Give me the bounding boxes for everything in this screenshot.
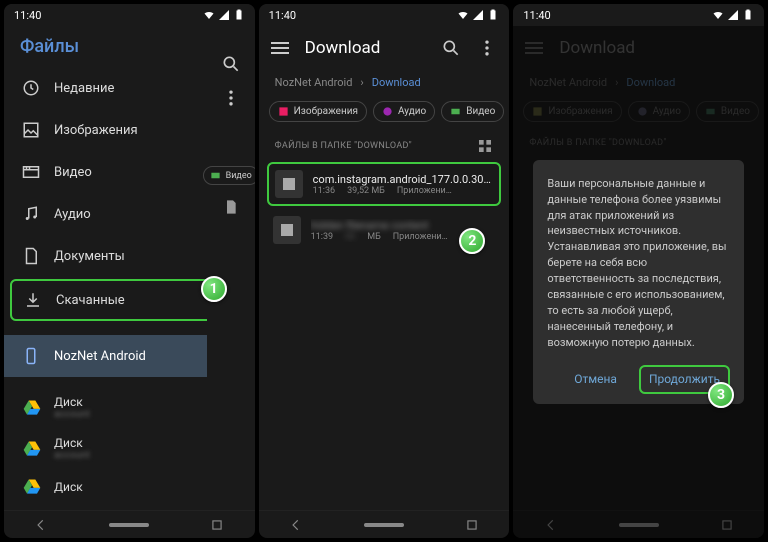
wifi-icon [457,9,469,21]
drive-icon [22,439,42,459]
video-icon [210,170,221,181]
section-header: ФАЙЛЫ В ПАПКЕ "DOWNLOAD" [259,128,510,160]
dialog-scrim: Ваши персональные данные и данные телефо… [513,26,764,538]
wifi-icon [203,9,215,21]
file-time: 11:39 [311,232,333,242]
menu-icon[interactable] [271,42,289,54]
nav-bar [4,510,255,538]
phone-screen-3: 11:40 Download NozNet Android › Download… [513,4,764,538]
download-icon [24,291,42,309]
sidebar-label: NozNet Android [54,349,146,364]
signal-icon [727,9,739,21]
back-icon[interactable] [289,518,303,532]
drive-icon [22,477,42,497]
status-bar: 11:40 [4,4,255,26]
phone-screen-1: 11:40 Файлы Недавние Изображения Видео А… [4,4,255,538]
chevron-right-icon: › [360,76,363,89]
search-icon[interactable] [441,38,461,58]
image-icon [22,121,40,139]
battery-icon [233,9,245,21]
file-time: 11:36 [313,186,335,196]
battery-icon [742,9,754,21]
app-bar: Download [259,26,510,70]
sidebar-label: Изображения [54,123,138,138]
phone-icon [22,347,40,365]
wifi-icon [712,9,724,21]
status-bar: 11:40 [513,4,764,26]
drive-icon [22,398,42,418]
phone-screen-2: 11:40 Download NozNet Android › Download… [259,4,510,538]
file-row-apk[interactable]: com.instagram.android_177.0.0.30.119-… 1… [267,162,502,206]
crumb-leaf[interactable]: Download [372,76,421,89]
chip-video-peek[interactable]: Видео [203,166,255,185]
page-title: Download [305,38,426,58]
chip-images[interactable]: Изображения [269,101,367,122]
signal-icon [218,9,230,21]
drive-label: Диск [54,480,83,494]
sidebar-label: Скачанные [56,293,125,308]
clock: 11:40 [269,9,296,22]
file-size: 39,52 МБ [347,186,385,196]
doc-icon [223,199,239,215]
signal-icon [472,9,484,21]
home-pill[interactable] [364,523,404,527]
cancel-button[interactable]: Отмена [564,365,627,394]
file-size-unit: МБ [367,232,381,242]
breadcrumb: NozNet Android › Download [259,70,510,95]
chip-label: Видео [466,106,495,117]
sidebar-label: Видео [54,165,92,180]
document-icon [22,247,40,265]
apk-icon [273,216,301,244]
sidebar-label: Документы [54,249,125,264]
nav-bar [259,510,510,538]
crumb-root[interactable]: NozNet Android [275,76,353,89]
status-icons [203,9,245,21]
clock: 11:40 [523,9,550,22]
audio-icon [382,106,393,117]
chip-label: Аудио [398,106,426,117]
file-type: Приложени… [393,232,448,242]
status-bar: 11:40 [259,4,510,26]
grid-icon[interactable] [477,138,493,154]
recent-icon[interactable] [210,518,224,532]
more-icon[interactable] [477,38,497,58]
search-icon[interactable] [221,54,241,74]
chip-audio[interactable]: Аудио [373,101,435,122]
sidebar-label: Аудио [54,207,91,222]
drive-label: Диск [54,436,90,450]
back-icon[interactable] [34,518,48,532]
chip-video[interactable]: Видео [441,101,504,122]
step-badge-3: 3 [708,382,734,408]
more-icon[interactable] [221,88,241,108]
dialog-message: Ваши персональные данные и данные телефо… [547,176,730,351]
chip-label: Изображения [294,106,358,117]
chip-label: Видео [226,171,252,181]
audio-icon [22,205,40,223]
step-badge-1: 1 [201,276,227,302]
battery-icon [487,9,499,21]
status-icons [712,9,754,21]
recent-icon[interactable] [465,518,479,532]
apk-icon [275,170,303,198]
video-icon [22,163,40,181]
home-pill[interactable] [109,523,149,527]
status-icons [457,9,499,21]
file-name: com.instagram.android_177.0.0.30.119-… [313,173,494,186]
file-type: Приложени… [397,186,452,196]
video-icon [450,106,461,117]
security-dialog: Ваши персональные данные и данные телефо… [533,160,744,405]
drive-label: Диск [54,395,90,409]
clock-icon [22,79,40,97]
section-label: ФАЙЛЫ В ПАПКЕ "DOWNLOAD" [275,141,412,151]
clock: 11:40 [14,9,41,22]
image-icon [278,106,289,117]
filter-chips: Изображения Аудио Видео [259,95,510,128]
sidebar-label: Недавние [54,81,114,96]
